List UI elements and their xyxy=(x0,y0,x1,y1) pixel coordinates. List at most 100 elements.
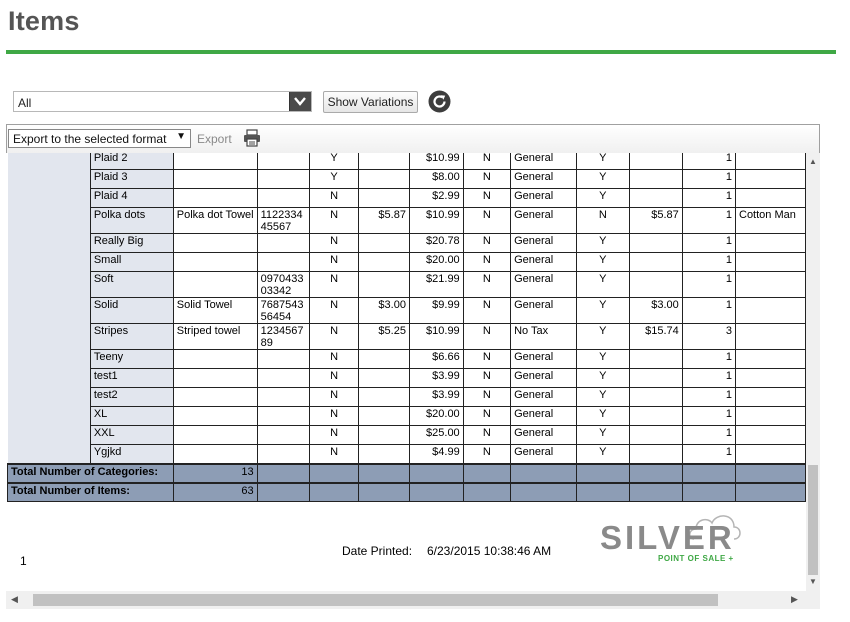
item-name-cell: Solid xyxy=(89,297,174,324)
price-cell: $4.99 xyxy=(408,444,464,464)
flag1-cell: N xyxy=(308,368,360,388)
qty-cell: 1 xyxy=(681,387,737,407)
description-cell xyxy=(172,271,258,298)
show-variations-button[interactable]: Show Variations xyxy=(323,91,418,113)
printer-icon[interactable] xyxy=(243,129,261,147)
qty-cell: 1 xyxy=(681,349,737,369)
price-cell: $9.99 xyxy=(408,297,464,324)
flag3-cell: Y xyxy=(575,444,630,464)
item-name-cell: Plaid 2 xyxy=(89,153,174,170)
total-empty-cell xyxy=(510,462,577,483)
flag3-cell: Y xyxy=(575,271,630,298)
item-name-cell: Teeny xyxy=(89,349,174,369)
scroll-down-icon[interactable]: ▼ xyxy=(809,577,817,586)
cost2-cell xyxy=(628,153,683,170)
cost2-cell xyxy=(628,169,683,189)
item-name-cell: Polka dots xyxy=(89,207,174,234)
price-cell: $20.00 xyxy=(408,406,464,426)
total-empty-cell xyxy=(408,462,464,483)
barcode-cell: 123456789 xyxy=(256,323,310,350)
description-cell xyxy=(172,444,258,464)
barcode-cell xyxy=(256,425,310,445)
cost2-cell xyxy=(628,188,683,208)
flag1-cell: N xyxy=(308,233,360,253)
total-empty-cell xyxy=(681,481,737,502)
flag3-cell: Y xyxy=(575,323,630,350)
cost2-cell xyxy=(628,387,683,407)
item-name-cell: Ygjkd xyxy=(89,444,174,464)
cost-cell xyxy=(358,252,410,272)
item-name-cell: Soft xyxy=(89,271,174,298)
tax-cell: General xyxy=(510,252,577,272)
qty-cell: 1 xyxy=(681,207,737,234)
vertical-scroll-thumb[interactable] xyxy=(808,465,818,575)
tax-cell: General xyxy=(510,349,577,369)
flag3-cell: Y xyxy=(575,297,630,324)
extra-cell xyxy=(735,233,806,253)
flag2-cell: N xyxy=(462,207,512,234)
total-categories-row-value: 13 xyxy=(172,462,258,483)
table-row: Ygjkd N $4.99 N General Y 1 xyxy=(7,444,806,464)
barcode-cell: 097043303342 xyxy=(256,271,310,298)
description-cell: Striped towel xyxy=(172,323,258,350)
flag1-cell: N xyxy=(308,188,360,208)
total-empty-cell xyxy=(575,481,630,502)
item-name-cell: Stripes xyxy=(89,323,174,350)
caret-down-icon: ▼ xyxy=(176,131,186,142)
item-name-cell: test1 xyxy=(89,368,174,388)
description-cell xyxy=(172,368,258,388)
table-row: XL N $20.00 N General Y 1 xyxy=(7,406,806,426)
flag2-cell: N xyxy=(462,153,512,170)
table-row: XXL N $25.00 N General Y 1 xyxy=(7,425,806,445)
table-row: Plaid 3 Y $8.00 N General Y 1 xyxy=(7,169,806,189)
flag2-cell: N xyxy=(462,188,512,208)
tax-cell: General xyxy=(510,153,577,170)
total-categories-row: Total Number of Categories: 13 xyxy=(7,462,806,483)
description-cell xyxy=(172,349,258,369)
category-cell xyxy=(7,368,91,388)
report-table: Plaid 2 Y $10.99 N General Y 1 Plaid 3 Y $8.00 N Ge… xyxy=(7,153,806,502)
qty-cell: 1 xyxy=(681,169,737,189)
scroll-left-icon[interactable]: ◀ xyxy=(11,594,18,605)
description-cell xyxy=(172,233,258,253)
cost-cell xyxy=(358,368,410,388)
extra-cell xyxy=(735,188,806,208)
refresh-icon[interactable] xyxy=(428,90,451,113)
barcode-cell xyxy=(256,444,310,464)
scroll-up-icon[interactable]: ▲ xyxy=(809,157,817,166)
flag2-cell: N xyxy=(462,406,512,426)
flag3-cell: Y xyxy=(575,233,630,253)
export-format-value: Export to the selected format xyxy=(13,132,167,146)
cost-cell xyxy=(358,406,410,426)
qty-cell: 1 xyxy=(681,233,737,253)
horizontal-scrollbar[interactable]: ◀ ▶ xyxy=(6,591,820,609)
export-link[interactable]: Export xyxy=(197,132,232,146)
total-items-row-label: Total Number of Items: xyxy=(7,481,174,502)
scroll-right-icon[interactable]: ▶ xyxy=(791,594,798,605)
qty-cell: 1 xyxy=(681,252,737,272)
table-row: Soft 097043303342 N $21.99 N General Y 1 xyxy=(7,271,806,298)
table-row: Stripes Striped towel 123456789 N $5.25 $10.9… xyxy=(7,323,806,350)
table-row: test2 N $3.99 N General Y 1 xyxy=(7,387,806,407)
table-row: Small N $20.00 N General Y 1 xyxy=(7,252,806,272)
total-empty-cell xyxy=(628,462,683,483)
total-categories-row-label: Total Number of Categories: xyxy=(7,462,174,483)
export-format-select[interactable]: Export to the selected format ▼ xyxy=(8,129,191,148)
barcode-cell xyxy=(256,153,310,170)
qty-cell: 1 xyxy=(681,368,737,388)
flag1-cell: Y xyxy=(308,153,360,170)
cost-cell xyxy=(358,188,410,208)
flag1-cell: Y xyxy=(308,169,360,189)
horizontal-scroll-thumb[interactable] xyxy=(33,594,718,606)
filter-select[interactable]: All xyxy=(13,91,312,112)
category-cell xyxy=(7,425,91,445)
barcode-cell: 768754356454 xyxy=(256,297,310,324)
flag3-cell: Y xyxy=(575,188,630,208)
extra-cell xyxy=(735,252,806,272)
filter-dropdown-button[interactable] xyxy=(289,92,311,111)
description-cell xyxy=(172,153,258,170)
description-cell xyxy=(172,169,258,189)
extra-cell xyxy=(735,387,806,407)
cost-cell xyxy=(358,153,410,170)
vertical-scrollbar[interactable]: ▲ ▼ xyxy=(806,153,820,591)
